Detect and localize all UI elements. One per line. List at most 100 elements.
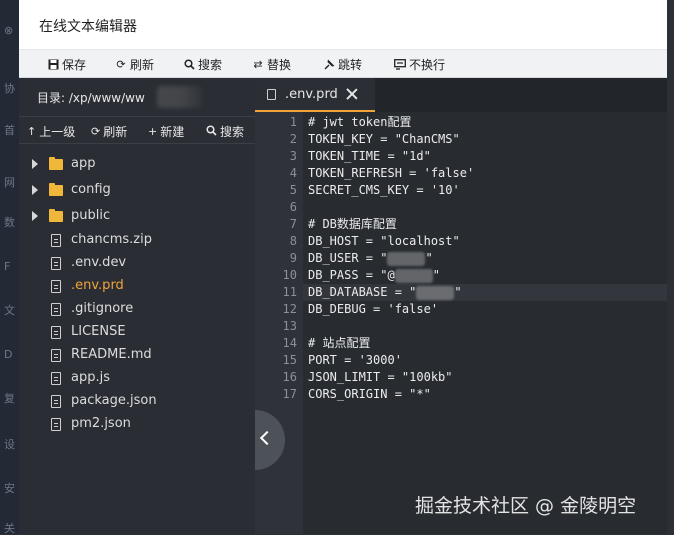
code-line[interactable]: # DB数据库配置 [308, 216, 397, 233]
line-number: 16 [282, 370, 297, 384]
folder-icon [49, 209, 63, 222]
tree-file-chancms-zip[interactable]: chancms.zip [19, 230, 255, 252]
code-text: DB_PASS = "@ [308, 268, 395, 282]
replace-button[interactable]: ⇄ 替换 [252, 55, 291, 73]
tree-file-app-js[interactable]: app.js [19, 368, 255, 390]
search-button[interactable]: 搜索 [183, 55, 222, 73]
code-line[interactable]: SECRET_CMS_KEY = '10' [308, 182, 460, 199]
nowrap-label: 不换行 [409, 57, 446, 72]
up-level-label: 上一级 [39, 125, 76, 139]
tree-folder-public[interactable]: public [19, 206, 255, 228]
code-line[interactable]: PORT = '3000' [308, 352, 402, 369]
code-line[interactable]: TOKEN_REFRESH = 'false' [308, 165, 474, 182]
closing-quote: " [425, 251, 433, 265]
save-icon [47, 58, 59, 70]
expand-arrow-icon[interactable] [32, 185, 38, 195]
code-text: DB_DEBUG = 'false' [308, 302, 439, 316]
code-line[interactable]: CORS_ORIGIN = "*" [308, 386, 431, 403]
code-text: # jwt token配置 [308, 115, 412, 129]
tab-label: .env.prd [285, 87, 338, 102]
folder-icon [49, 183, 63, 196]
code-editor[interactable]: 1 2 3 4 5 6 7 8 9 10 11 12 13 14 15 16 17 # jwt token配置 T… [255, 112, 667, 534]
background-glyph: 数 [4, 216, 15, 229]
expand-arrow-icon[interactable] [32, 211, 38, 221]
code-text: DB_USER = " [308, 251, 388, 265]
line-number: 15 [282, 353, 297, 367]
file-icon [51, 303, 61, 316]
code-line[interactable]: JSON_LIMIT = "100kb" [308, 369, 453, 386]
sidebar-refresh-button[interactable]: ⟳ 刷新 [91, 123, 127, 140]
redacted-value-mask [416, 285, 455, 300]
code-text: TOKEN_TIME = "1d" [308, 149, 431, 163]
line-number: 5 [289, 183, 297, 197]
search-label: 搜索 [198, 57, 223, 72]
line-number: 11 [282, 285, 297, 299]
code-line[interactable]: DB_PASS = "@ " [308, 267, 440, 284]
editor-tabbar: .env.prd [255, 78, 667, 112]
chevron-left-icon [259, 430, 275, 446]
line-number-gutter: 1 2 3 4 5 6 7 8 9 10 11 12 13 14 15 16 17 [255, 112, 303, 534]
line-number: 17 [282, 387, 297, 401]
watermark-text: 掘金技术社区 @ 金陵明空 [415, 495, 637, 517]
tree-file-env-dev[interactable]: .env.dev [19, 253, 255, 275]
code-line[interactable]: DB_DATABASE = " " [308, 284, 462, 301]
file-icon [51, 280, 61, 293]
code-text: # 站点配置 [308, 336, 371, 350]
code-text: TOKEN_KEY = "ChanCMS" [308, 132, 460, 146]
tree-file-pm2-json[interactable]: pm2.json [19, 414, 255, 436]
code-text: DB_DATABASE = " [308, 285, 417, 299]
background-glyph: ⊗ [4, 24, 14, 37]
file-icon [51, 349, 61, 362]
new-file-button[interactable]: + 新建 [148, 123, 184, 140]
tree-folder-config[interactable]: config [19, 180, 255, 202]
closing-quote: " [432, 268, 440, 282]
code-line[interactable]: DB_DEBUG = 'false' [308, 301, 438, 318]
background-glyph: 复 [4, 392, 15, 405]
tree-file-package-json[interactable]: package.json [19, 391, 255, 413]
code-line[interactable]: TOKEN_KEY = "ChanCMS" [308, 131, 460, 148]
search-icon [183, 58, 195, 70]
line-number: 12 [282, 302, 297, 316]
tree-file-readme[interactable]: README.md [19, 345, 255, 367]
code-line[interactable]: TOKEN_TIME = "1d" [308, 148, 431, 165]
code-line[interactable]: DB_USER = " " [308, 250, 433, 267]
nowrap-button[interactable]: 不换行 [394, 55, 445, 73]
close-icon[interactable] [344, 86, 360, 102]
refresh-label: 刷新 [130, 57, 155, 72]
tree-file-gitignore[interactable]: .gitignore [19, 299, 255, 321]
tree-folder-app[interactable]: app [19, 154, 255, 176]
tab-env-prd[interactable]: .env.prd [255, 78, 375, 112]
line-number: 4 [289, 166, 297, 180]
refresh-icon: ⟳ [91, 125, 101, 138]
redacted-value-mask [394, 268, 433, 283]
redacted-value-mask [387, 251, 426, 266]
line-number: 7 [289, 217, 297, 231]
code-area[interactable]: # jwt token配置 TOKEN_KEY = "ChanCMS" TOKEN_… [308, 112, 668, 534]
background-glyph: 安 [4, 482, 15, 495]
goto-button[interactable]: 跳转 [323, 55, 362, 73]
background-glyph: 首 [4, 124, 15, 137]
sidebar-search-button[interactable]: 搜索 [206, 123, 244, 140]
expand-arrow-icon[interactable] [32, 159, 38, 169]
refresh-button[interactable]: ⟳ 刷新 [115, 55, 154, 73]
code-line[interactable]: DB_HOST = "localhost" [308, 233, 460, 250]
background-glyph: 网 [4, 176, 15, 189]
tree-file-license[interactable]: LICENSE [19, 322, 255, 344]
background-glyph: 文 [4, 304, 15, 317]
tree-file-env-prd[interactable]: .env.prd [19, 276, 255, 298]
line-number: 10 [282, 268, 297, 282]
sidebar-refresh-label: 刷新 [103, 125, 128, 139]
code-line[interactable]: # 站点配置 [308, 335, 370, 352]
save-button[interactable]: 保存 [47, 55, 86, 73]
replace-label: 替换 [267, 57, 292, 72]
wrap-icon [394, 58, 406, 70]
background-glyph: F [4, 260, 11, 273]
file-ops-bar: ↑ 上一级 ⟳ 刷新 + 新建 搜索 [19, 116, 255, 144]
code-text: # DB数据库配置 [308, 217, 397, 231]
new-file-label: 新建 [160, 125, 185, 139]
file-icon [267, 89, 276, 100]
code-line[interactable]: # jwt token配置 [308, 114, 411, 131]
arrow-up-icon: ↑ [27, 125, 37, 138]
up-level-button[interactable]: ↑ 上一级 [27, 123, 75, 140]
line-number: 1 [289, 115, 297, 129]
